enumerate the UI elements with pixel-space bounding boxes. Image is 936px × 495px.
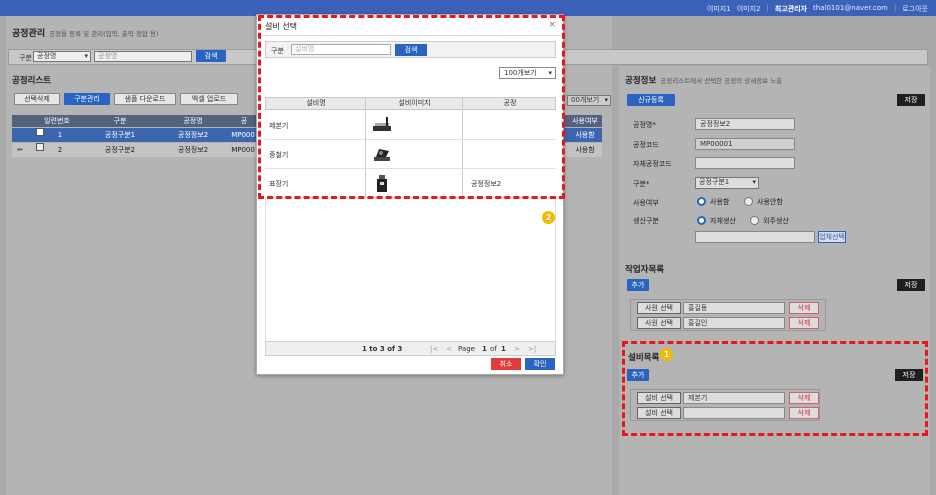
type-select-value: 공정구분1	[699, 178, 730, 186]
code-label: 공정코드	[633, 141, 659, 149]
pager-next-icon[interactable]: >	[514, 345, 520, 353]
row-no: 2	[57, 146, 63, 154]
workers-save-button[interactable]: 저장	[897, 279, 925, 291]
use-label: 사용여부	[633, 199, 659, 207]
own-code-field[interactable]	[695, 157, 795, 169]
badge-2: 2	[542, 211, 555, 224]
process-list-title: 공정리스트	[12, 76, 52, 86]
edit-icon[interactable]: ✏	[15, 143, 25, 157]
row-code: MP000	[231, 131, 255, 139]
vendor-field	[695, 231, 815, 243]
workers-add-button[interactable]: 추가	[627, 279, 649, 291]
modal-pager: 1 to 3 of 3 |< < Page 1 of 1 > >|	[265, 341, 556, 356]
use-yes-radio[interactable]	[697, 197, 706, 206]
name-field[interactable]: 공정정보2	[695, 118, 795, 130]
pager-range: 1 to 3 of 3	[362, 345, 403, 353]
pager-of: of	[490, 345, 497, 353]
filter-input-placeholder: 공정명	[98, 52, 118, 60]
process-info-title: 공정정보 공정리스트에서 선택한 공정의 상세정보 노출	[625, 74, 782, 86]
type-select[interactable]: 공정구분1 ▾	[695, 177, 759, 189]
row-type: 공정구분1	[104, 131, 136, 139]
prod-out-label: 외주생산	[763, 217, 789, 225]
filter-select-value: 공정명	[37, 52, 57, 60]
sample-download-button[interactable]: 샘플 다운로드	[114, 93, 176, 105]
pager-prev-icon[interactable]: <	[446, 345, 452, 353]
chevron-down-icon: ▾	[752, 178, 756, 186]
use-no-label: 사용안함	[757, 198, 783, 206]
name-label: 공정명*	[633, 121, 656, 129]
col-type: 구분	[113, 117, 127, 125]
chevron-down-icon: ▾	[84, 52, 88, 60]
row-checkbox[interactable]	[36, 128, 44, 136]
type-manage-button[interactable]: 구분관리	[64, 93, 110, 105]
row-name: 공정정보2	[177, 131, 209, 139]
workers-title: 작업자목록	[625, 265, 665, 275]
new-register-button[interactable]: 신규등록	[627, 94, 675, 106]
chevron-down-icon: ▾	[604, 96, 608, 104]
top-links: 이미지1 이미지2 | 최고관리자 thal0101@naver.com | 로…	[707, 4, 928, 14]
type-label: 구분*	[633, 180, 650, 188]
modal-grid-empty-area	[265, 198, 556, 341]
page-size-value: 00개보기	[571, 96, 600, 104]
logout-link[interactable]: 로그아웃	[902, 4, 928, 14]
pager-page-prefix: Page	[458, 345, 475, 353]
divider: |	[893, 4, 897, 12]
process-info-title-text: 공정정보	[625, 76, 657, 86]
image2-link[interactable]: 이미지2	[737, 4, 761, 14]
delete-selected-button[interactable]: 선택삭제	[14, 93, 60, 105]
worker-name: 홍길동	[683, 302, 785, 314]
prod-own-radio[interactable]	[697, 216, 706, 225]
admin-role: 최고관리자	[774, 5, 808, 13]
prod-label: 생산구분	[633, 217, 659, 225]
page-size-select[interactable]: 00개보기 ▾	[567, 95, 611, 106]
worker-pick-button[interactable]: 사원 선택	[637, 317, 681, 329]
col-code: 공	[240, 117, 248, 125]
page-subtitle: 공정을 등록 및 관리(입력, 출력 정합 용)	[49, 30, 159, 38]
modal-cancel-button[interactable]: 취소	[491, 358, 521, 370]
process-save-button[interactable]: 저장	[897, 94, 925, 106]
modal-confirm-button[interactable]: 확인	[525, 358, 555, 370]
pager-page-num: 1	[482, 345, 487, 353]
use-no-radio[interactable]	[744, 197, 753, 206]
image1-link[interactable]: 이미지1	[707, 4, 731, 14]
row-checkbox[interactable]	[36, 143, 44, 151]
pager-page-total: 1	[501, 345, 506, 353]
worker-name: 홍길인	[683, 317, 785, 329]
filter-select[interactable]: 공정명 ▾	[33, 51, 91, 62]
filter-input[interactable]: 공정명	[94, 51, 192, 62]
col-use: 사용여부	[572, 117, 598, 125]
page-title-text: 공정관리	[12, 29, 46, 39]
row-use: 사용함	[575, 146, 595, 154]
row-type: 공정구분2	[104, 146, 136, 154]
own-code-label: 자체공정코드	[633, 160, 672, 168]
badge-1: 1	[660, 348, 673, 361]
use-yes-label: 사용함	[710, 198, 730, 206]
filter-label: 구분	[19, 54, 32, 62]
process-info-subtitle: 공정리스트에서 선택한 공정의 상세정보 노출	[660, 77, 783, 85]
row-name: 공정정보2	[177, 146, 209, 154]
col-name: 공정명	[183, 117, 203, 125]
row-use: 사용함	[575, 131, 595, 139]
worker-delete-button[interactable]: 삭제	[789, 317, 819, 329]
highlight-modal-search	[258, 15, 565, 199]
worker-pick-button[interactable]: 사원 선택	[637, 302, 681, 314]
pager-last-icon[interactable]: >|	[528, 345, 536, 353]
page-title: 공정관리 공정을 등록 및 관리(입력, 출력 정합 용)	[12, 26, 158, 39]
code-field: MP00001	[695, 138, 795, 150]
admin-email: thal0101@naver.com	[813, 4, 888, 12]
prod-own-label: 자체생산	[710, 217, 736, 225]
filter-search-button[interactable]: 검색	[196, 50, 226, 62]
vendor-select-button[interactable]: 업체선택	[818, 231, 846, 243]
row-code: MP000	[231, 146, 255, 154]
worker-delete-button[interactable]: 삭제	[789, 302, 819, 314]
row-no: 1	[57, 131, 63, 139]
col-serial: 일련번호	[44, 117, 70, 125]
divider: |	[766, 4, 769, 12]
excel-upload-button[interactable]: 엑셀 업로드	[180, 93, 238, 105]
pager-first-icon[interactable]: |<	[430, 345, 438, 353]
prod-out-radio[interactable]	[750, 216, 759, 225]
